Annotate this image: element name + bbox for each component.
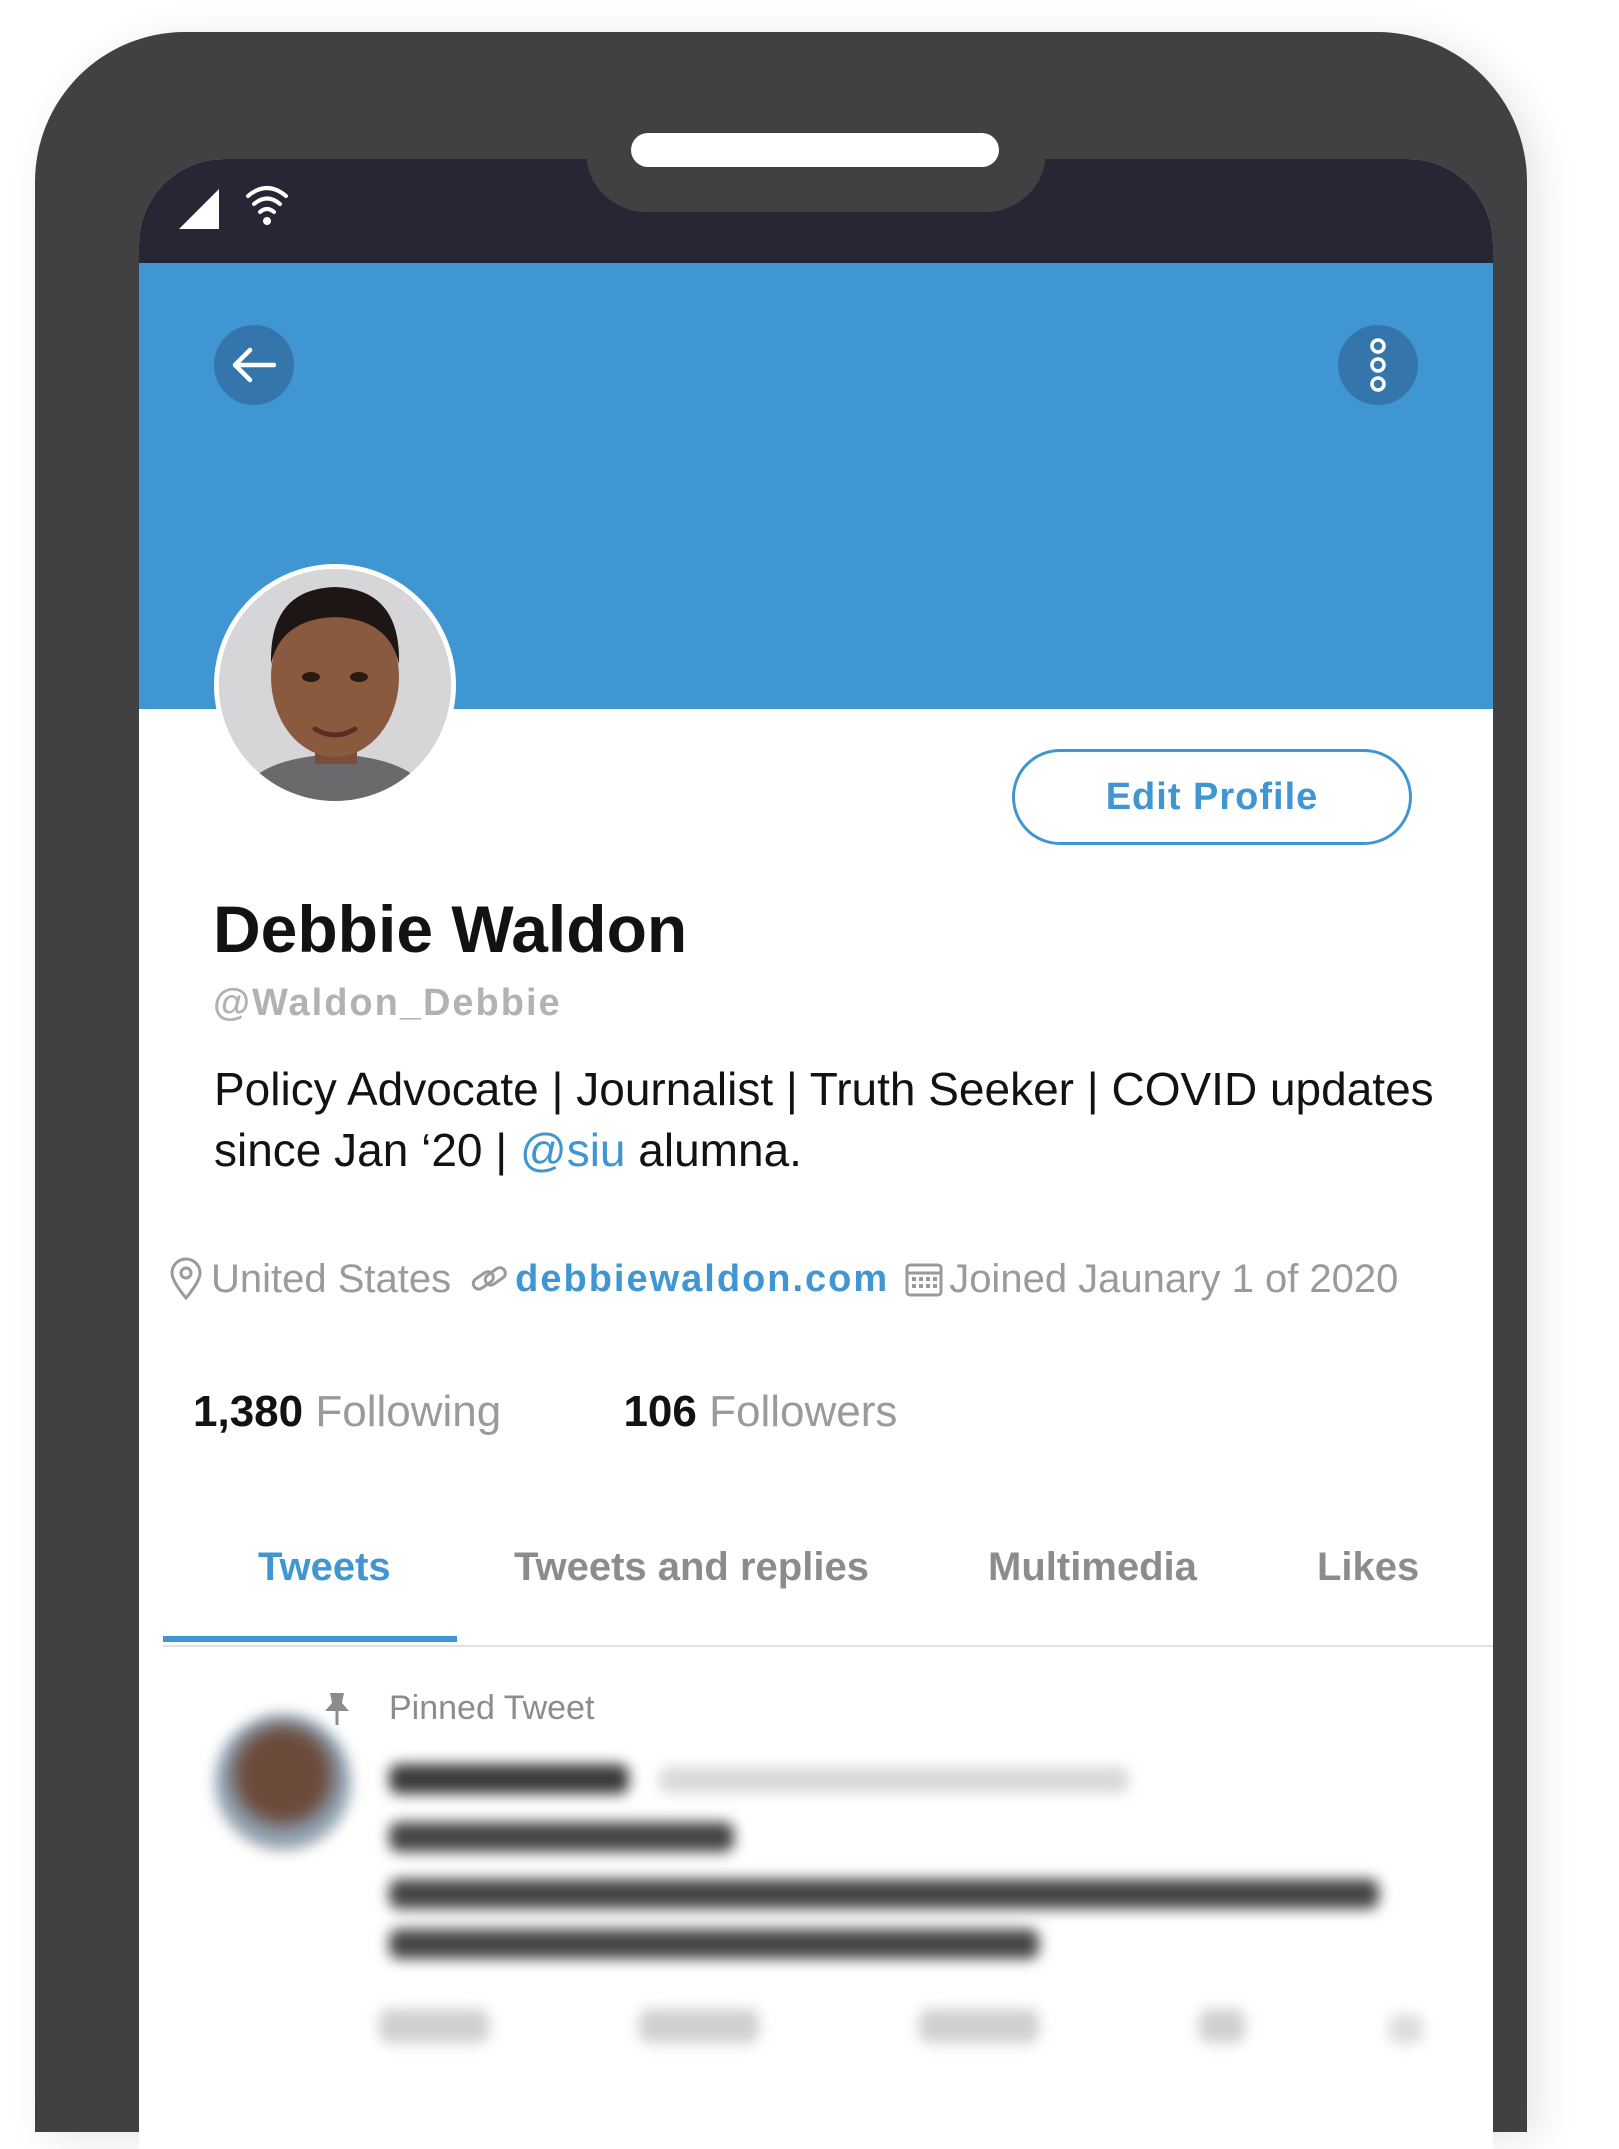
more-vertical-icon [1370, 338, 1386, 392]
profile-meta: United States debbiewaldon.com Joined Ja… [169, 1249, 1489, 1309]
tweet-action-retweet [639, 2009, 759, 2043]
tweet-action-more [1389, 2014, 1423, 2044]
tab-likes[interactable]: Likes [1317, 1545, 1419, 1590]
tweet-meta-placeholder [659, 1767, 1129, 1793]
tweet-line-1 [389, 1822, 734, 1852]
more-options-button[interactable] [1338, 325, 1418, 405]
website-link[interactable]: debbiewaldon.com [515, 1258, 889, 1301]
website-item[interactable]: debbiewaldon.com [469, 1258, 889, 1301]
avatar-portrait [219, 569, 451, 801]
edit-profile-button[interactable]: Edit Profile [1012, 749, 1412, 845]
arrow-left-icon [232, 347, 276, 383]
tweet-author-placeholder [389, 1764, 629, 1794]
tweet-action-share [1199, 2009, 1245, 2043]
followers-stat[interactable]: 106 Followers [623, 1387, 897, 1436]
following-label: Following [315, 1387, 502, 1436]
tweet-line-3 [389, 1929, 1039, 1959]
following-count: 1,380 [193, 1387, 304, 1436]
link-icon [471, 1266, 507, 1291]
map-pin-icon [170, 1257, 202, 1301]
bio-mention-link[interactable]: @siu [520, 1124, 626, 1176]
tweet-action-like [919, 2009, 1039, 2043]
tweet-action-reply [379, 2009, 489, 2043]
joined-item: Joined Jaunary 1 of 2020 [905, 1257, 1398, 1302]
profile-avatar[interactable] [214, 564, 456, 806]
active-tab-indicator [163, 1636, 457, 1642]
profile-bio: Policy Advocate | Journalist | Truth See… [214, 1059, 1454, 1181]
joined-text: Joined Jaunary 1 of 2020 [949, 1256, 1399, 1301]
phone-screen: Edit Profile Debbie Waldon @Waldon_Debbi… [139, 159, 1493, 2149]
phone-frame: Edit Profile Debbie Waldon @Waldon_Debbi… [35, 32, 1527, 2149]
location-text: United States [211, 1256, 452, 1301]
tab-tweets[interactable]: Tweets [258, 1545, 391, 1590]
pin-icon [325, 1693, 349, 1725]
following-stat[interactable]: 1,380 Following [193, 1387, 513, 1436]
pinned-tweet-label: Pinned Tweet [389, 1689, 595, 1727]
tab-tweets-and-replies[interactable]: Tweets and replies [514, 1545, 869, 1590]
calendar-icon [905, 1263, 943, 1297]
profile-stats: 1,380 Following 106 Followers [193, 1387, 897, 1437]
tab-divider [163, 1645, 1493, 1647]
tab-multimedia[interactable]: Multimedia [988, 1545, 1197, 1590]
wifi-icon [246, 186, 288, 225]
back-button[interactable] [214, 325, 294, 405]
tweet-line-2 [389, 1879, 1379, 1909]
profile-handle: @Waldon_Debbie [213, 982, 562, 1024]
phone-speaker [631, 133, 999, 167]
bio-suffix: alumna. [625, 1124, 802, 1176]
profile-name: Debbie Waldon [213, 892, 688, 966]
followers-count: 106 [623, 1387, 697, 1436]
location-item: United States [169, 1257, 451, 1302]
followers-label: Followers [709, 1387, 898, 1436]
signal-icon [179, 189, 219, 229]
bio-text: Policy Advocate | Journalist | Truth See… [214, 1063, 1434, 1176]
tweet-avatar [215, 1714, 351, 1850]
